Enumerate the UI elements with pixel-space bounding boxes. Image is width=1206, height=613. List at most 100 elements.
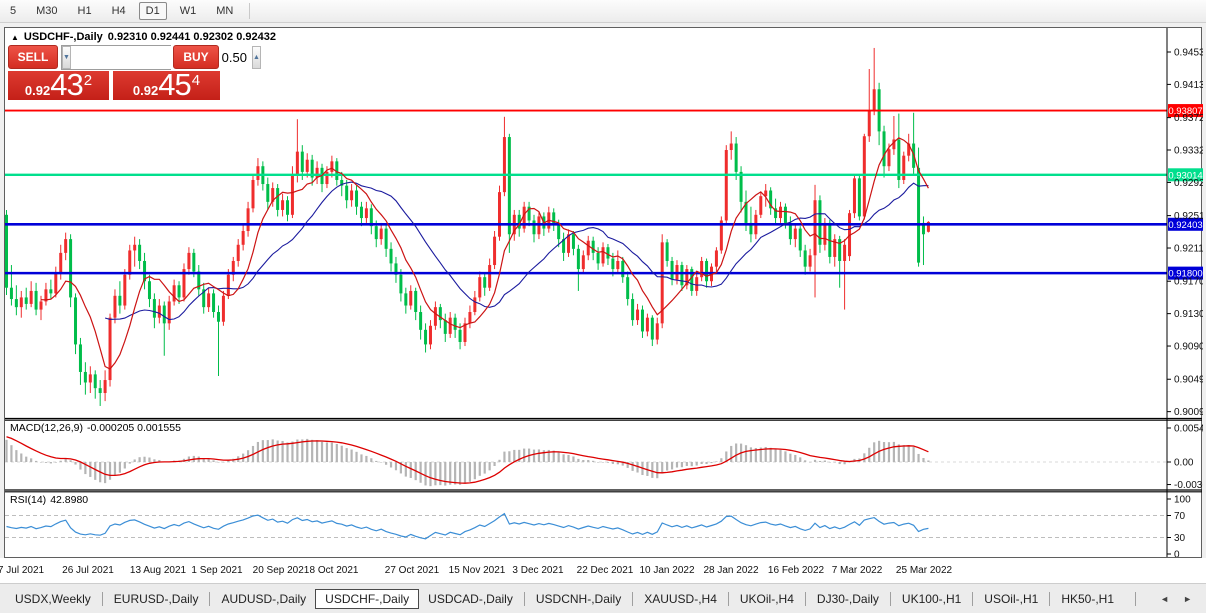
tab-eurusd-daily[interactable]: EURUSD-,Daily xyxy=(105,590,208,608)
tab-separator xyxy=(1135,592,1136,606)
timeframe-button-5[interactable]: 5 xyxy=(3,2,23,20)
axis-label: 0.91300 xyxy=(1174,309,1203,320)
toolbar-separator xyxy=(249,3,250,19)
date-label: 10 Jan 2022 xyxy=(639,565,694,576)
macd-values: -0.000205 0.001555 xyxy=(87,422,181,434)
tab-usoil-h1[interactable]: USOil-,H1 xyxy=(975,590,1047,608)
axis-label: 0.92920 xyxy=(1174,178,1203,189)
macd-indicator-label: MACD(12,26,9)-0.000205 0.001555 xyxy=(10,422,185,434)
tab-separator xyxy=(102,592,103,606)
tab-xauusd-h4[interactable]: XAUUSD-,H4 xyxy=(635,590,726,608)
date-label: 26 Jul 2021 xyxy=(62,565,114,576)
volume-increase-button[interactable]: ▲ xyxy=(252,46,261,69)
tab-usdcnh-daily[interactable]: USDCNH-,Daily xyxy=(527,590,630,608)
sell-price-panel[interactable]: 0.92 43 2 xyxy=(8,71,109,100)
tab-separator xyxy=(209,592,210,606)
moving-averages-layer xyxy=(41,138,928,369)
tab-separator xyxy=(972,592,973,606)
chart-tab-bar: USDX,WeeklyEURUSD-,DailyAUDUSD-,DailyUSD… xyxy=(0,583,1206,613)
axis-label: 0.93320 xyxy=(1174,146,1203,157)
date-label: 28 Jan 2022 xyxy=(703,565,758,576)
axis-label: 0.92510 xyxy=(1174,211,1203,222)
timeframe-toolbar: 5 M30 H1 H4 D1 W1 MN xyxy=(0,0,1206,23)
chart-ohlc-values: 0.92310 0.92441 0.92302 0.92432 xyxy=(108,31,276,43)
tab-usdchf-daily[interactable]: USDCHF-,Daily xyxy=(315,589,419,609)
axis-label: 0.90090 xyxy=(1174,407,1203,418)
date-label: 16 Feb 2022 xyxy=(768,565,824,576)
axis-label: 0.00 xyxy=(1174,458,1194,469)
rsi-value: 42.8980 xyxy=(50,494,88,506)
tab-usdcad-daily[interactable]: USDCAD-,Daily xyxy=(419,590,522,608)
sell-price-base: 0.92 xyxy=(25,83,50,98)
chart-header: ▲ USDCHF-,Daily 0.92310 0.92441 0.92302 … xyxy=(11,31,276,43)
buy-price-big: 45 xyxy=(158,71,190,99)
axis-label: -0.00364 xyxy=(1174,480,1203,491)
chevron-up-icon: ▲ xyxy=(253,54,260,61)
tab-separator xyxy=(1049,592,1050,606)
date-label: 8 Oct 2021 xyxy=(310,565,359,576)
buy-button[interactable]: BUY xyxy=(173,45,219,69)
axis-label: 0.91700 xyxy=(1174,277,1203,288)
timeframe-button-w1[interactable]: W1 xyxy=(173,2,204,20)
timeframe-button-h4[interactable]: H4 xyxy=(105,2,133,20)
tab-scroll-right-icon[interactable]: ► xyxy=(1183,594,1192,604)
date-label: 22 Dec 2021 xyxy=(577,565,634,576)
date-label: 20 Sep 2021 xyxy=(253,565,310,576)
chart-window: 0.938070.930140.924030.918000.945300.941… xyxy=(4,27,1202,558)
rsi-line xyxy=(7,514,929,539)
chevron-down-icon: ▼ xyxy=(63,54,70,61)
tab-separator xyxy=(890,592,891,606)
buy-price-pip: 4 xyxy=(192,71,200,89)
volume-input[interactable] xyxy=(71,46,252,69)
candles-layer xyxy=(5,48,930,406)
buy-price-panel[interactable]: 0.92 45 4 xyxy=(113,71,220,100)
sell-button[interactable]: SELL xyxy=(8,45,58,69)
axis-label: 0.94130 xyxy=(1174,80,1203,91)
macd-pane-layer xyxy=(5,437,1167,486)
axis-label: 100 xyxy=(1174,495,1191,506)
tab-dj30-daily[interactable]: DJ30-,Daily xyxy=(808,590,888,608)
date-label: 3 Dec 2021 xyxy=(512,565,563,576)
collapse-triangle-icon[interactable]: ▲ xyxy=(11,33,19,42)
date-label: 7 Jul 2021 xyxy=(0,565,44,576)
ma-fast-line xyxy=(41,138,928,369)
axis-label: 0.92110 xyxy=(1174,244,1203,255)
tab-separator xyxy=(524,592,525,606)
trading-app-window: 5M30H1H4D1W1MN 0.938070.930140.924030.91… xyxy=(0,0,1206,613)
rsi-pane-layer xyxy=(5,514,1167,539)
tab-uk100-h1[interactable]: UK100-,H1 xyxy=(893,590,970,608)
sell-price-pip: 2 xyxy=(84,71,92,89)
date-label: 15 Nov 2021 xyxy=(449,565,506,576)
chart-canvas[interactable]: 0.938070.930140.924030.918000.945300.941… xyxy=(5,28,1203,557)
tab-audusd-daily[interactable]: AUDUSD-,Daily xyxy=(212,590,315,608)
timeframe-button-mn[interactable]: MN xyxy=(209,2,240,20)
date-label: 1 Sep 2021 xyxy=(191,565,242,576)
buy-price-base: 0.92 xyxy=(133,83,158,98)
axis-label: 0.90900 xyxy=(1174,342,1203,353)
tab-separator xyxy=(805,592,806,606)
one-click-trading-widget: SELL ▼ ▲ BUY 0.92 43 2 0.92 45 4 xyxy=(8,45,220,100)
tab-ukoil-h4[interactable]: UKOil-,H4 xyxy=(731,590,803,608)
tab-hk50-h1[interactable]: HK50-,H1 xyxy=(1052,590,1123,608)
tab-separator xyxy=(632,592,633,606)
time-axis[interactable]: 7 Jul 2021 26 Jul 2021 13 Aug 2021 1 Sep 20… xyxy=(0,558,1206,583)
chart-symbol-title: USDCHF-,Daily xyxy=(24,31,103,43)
axis-label: 0.93720 xyxy=(1174,113,1203,124)
date-label: 25 Mar 2022 xyxy=(896,565,952,576)
date-label: 7 Mar 2022 xyxy=(832,565,883,576)
volume-decrease-button[interactable]: ▼ xyxy=(62,46,71,69)
axis-label: 0.005489 xyxy=(1174,424,1203,435)
tab-usdx-weekly[interactable]: USDX,Weekly xyxy=(6,590,100,608)
tab-separator xyxy=(728,592,729,606)
rsi-indicator-label: RSI(14)42.8980 xyxy=(10,494,92,506)
axis-label: 0 xyxy=(1174,550,1180,558)
timeframe-button-h1[interactable]: H1 xyxy=(71,2,99,20)
timeframe-button-m30[interactable]: M30 xyxy=(29,2,64,20)
date-label: 13 Aug 2021 xyxy=(130,565,186,576)
axis-label: 0.90490 xyxy=(1174,375,1203,386)
date-label: 27 Oct 2021 xyxy=(385,565,439,576)
axis-label: 70 xyxy=(1174,511,1186,522)
timeframe-button-d1[interactable]: D1 xyxy=(139,2,167,20)
axis-label: 0.94530 xyxy=(1174,48,1203,59)
tab-scroll-left-icon[interactable]: ◄ xyxy=(1160,594,1169,604)
